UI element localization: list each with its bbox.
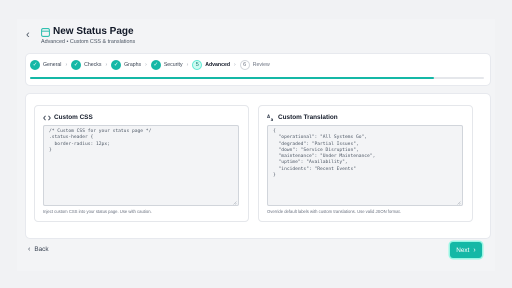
step-security[interactable]: ✓ Security	[150, 60, 183, 70]
step-separator-chevron-icon: ›	[65, 62, 68, 68]
custom-translation-help: Override default labels with custom tran…	[267, 209, 401, 214]
step-label: Advanced	[205, 62, 231, 68]
step-separator-chevron-icon: ›	[186, 62, 189, 68]
step-label: Review	[252, 62, 270, 68]
step-label: Checks	[84, 62, 102, 68]
stepper: ✓ General › ✓ Checks › ✓ Graphs › ✓ Security › 5 Adva…	[30, 60, 270, 70]
step-label: Graphs	[124, 62, 142, 68]
step-general[interactable]: ✓ General	[30, 60, 61, 70]
custom-translation-title: Custom Translation	[278, 114, 338, 121]
custom-css-panel: Custom CSS /* Custom CSS for your status…	[34, 105, 249, 222]
code-icon	[43, 114, 51, 121]
resize-handle-icon[interactable]	[233, 201, 237, 205]
chevron-right-icon: ›	[473, 246, 476, 254]
step-advanced[interactable]: 5 Advanced	[192, 60, 230, 70]
back-button-label: Back	[34, 246, 49, 253]
custom-translation-header: Aa Custom Translation	[267, 114, 338, 121]
next-button-label: Next	[456, 246, 470, 254]
page-subtitle: Advanced • Custom CSS & translations	[41, 39, 136, 45]
step-number: 5	[192, 60, 203, 70]
step-separator-chevron-icon: ›	[105, 62, 108, 68]
svg-text:a: a	[271, 117, 274, 121]
step-checks[interactable]: ✓ Checks	[71, 60, 101, 70]
page-title: New Status Page	[53, 26, 134, 37]
step-label: General	[43, 62, 62, 68]
custom-translation-textarea[interactable]: { "operational": "All Systems Go", "degr…	[267, 125, 463, 206]
custom-css-title: Custom CSS	[54, 114, 93, 121]
back-button[interactable]: ‹ Back	[28, 246, 49, 253]
stepper-card: ✓ General › ✓ Checks › ✓ Graphs › ✓ Security › 5 Adva…	[26, 54, 490, 85]
translate-icon: Aa	[267, 114, 275, 121]
step-review[interactable]: 6 Review	[239, 60, 270, 70]
check-icon: ✓	[30, 60, 40, 70]
check-icon: ✓	[71, 60, 82, 70]
resize-handle-icon[interactable]	[457, 201, 461, 205]
back-arrow-icon[interactable]: ‹	[26, 29, 36, 41]
step-number: 6	[239, 60, 250, 70]
next-button[interactable]: Next ›	[450, 242, 482, 258]
layout-icon	[41, 28, 50, 37]
step-label: Security	[163, 62, 183, 68]
custom-translation-panel: Aa Custom Translation { "operational": "…	[258, 105, 473, 222]
check-icon: ✓	[111, 60, 122, 70]
wizard-frame: ‹ New Status Page Advanced • Custom CSS …	[17, 19, 495, 271]
check-icon: ✓	[150, 60, 161, 70]
step-graphs[interactable]: ✓ Graphs	[111, 60, 141, 70]
advanced-settings-card: Custom CSS /* Custom CSS for your status…	[26, 94, 490, 238]
step-separator-chevron-icon: ›	[234, 62, 236, 68]
progress-bar	[30, 77, 484, 79]
page-header: ‹ New Status Page Advanced • Custom CSS …	[26, 25, 486, 47]
progress-fill	[30, 77, 435, 79]
custom-css-help: Inject custom CSS into your status page.…	[43, 209, 152, 214]
step-separator-chevron-icon: ›	[145, 62, 147, 68]
custom-css-textarea[interactable]: /* Custom CSS for your status page */ .s…	[43, 125, 239, 206]
custom-css-header: Custom CSS	[43, 114, 93, 121]
chevron-left-icon: ‹	[28, 246, 31, 253]
